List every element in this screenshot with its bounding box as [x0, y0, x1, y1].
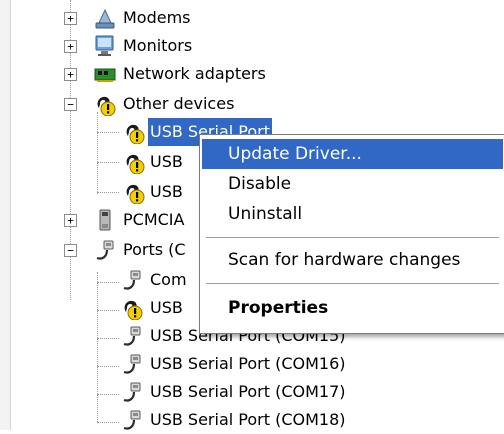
menu-separator [206, 283, 499, 284]
pcmcia-icon [99, 209, 111, 231]
tree-label: Ports (C [123, 240, 186, 259]
network-adapter-icon [94, 68, 116, 82]
tree-label: USB [150, 182, 183, 201]
menu-item-scan-hardware[interactable]: Scan for hardware changes [202, 245, 503, 275]
modem-icon [95, 8, 115, 29]
expand-toggle[interactable]: + [64, 214, 77, 227]
unknown-device-warning-icon [93, 92, 117, 116]
tree-item-network-adapters[interactable]: + Network adapters [0, 60, 504, 88]
collapse-toggle[interactable]: − [64, 244, 77, 257]
port-icon [120, 380, 144, 404]
device-warning-icon [122, 180, 146, 204]
expand-toggle[interactable]: + [64, 40, 77, 53]
tree-item-monitors[interactable]: + Monitors [0, 32, 504, 60]
port-warning-icon [120, 296, 144, 320]
expand-toggle[interactable]: + [64, 68, 77, 81]
tree-label: Com [150, 270, 187, 289]
tree-label: USB Serial Port (COM16) [150, 354, 346, 373]
port-icon [120, 268, 144, 292]
tree-label: USB Serial Port (COM17) [150, 382, 346, 401]
tree-label: Monitors [123, 36, 193, 55]
tree-item-usb-serial-port-com16[interactable]: USB Serial Port (COM16) [0, 350, 504, 378]
menu-item-properties[interactable]: Properties [202, 293, 503, 323]
tree-label: Modems [123, 8, 191, 27]
port-icon [93, 238, 117, 262]
context-menu: Update Driver... Disable Uninstall Scan … [199, 134, 504, 334]
device-warning-icon [122, 120, 146, 144]
menu-item-disable[interactable]: Disable [202, 169, 503, 199]
port-icon [120, 408, 144, 432]
tree-item-modems[interactable]: + Modems [0, 4, 504, 32]
monitor-icon [95, 35, 114, 56]
tree-item-usb-serial-port-com17[interactable]: USB Serial Port (COM17) [0, 378, 504, 406]
port-icon [120, 324, 144, 348]
device-warning-icon [122, 150, 146, 174]
menu-item-update-driver[interactable]: Update Driver... [202, 139, 503, 169]
menu-item-uninstall[interactable]: Uninstall [202, 199, 503, 229]
expand-toggle[interactable]: + [64, 12, 77, 25]
menu-separator [206, 237, 499, 238]
tree-label: Other devices [123, 94, 235, 113]
tree-label: USB [150, 152, 183, 171]
tree-item-other-devices[interactable]: − Other devices [0, 90, 504, 118]
tree-label: PCMCIA [123, 210, 185, 229]
tree-label: Network adapters [123, 64, 266, 83]
port-icon [120, 352, 144, 376]
collapse-toggle[interactable]: − [64, 98, 77, 111]
tree-label: USB [150, 298, 183, 317]
